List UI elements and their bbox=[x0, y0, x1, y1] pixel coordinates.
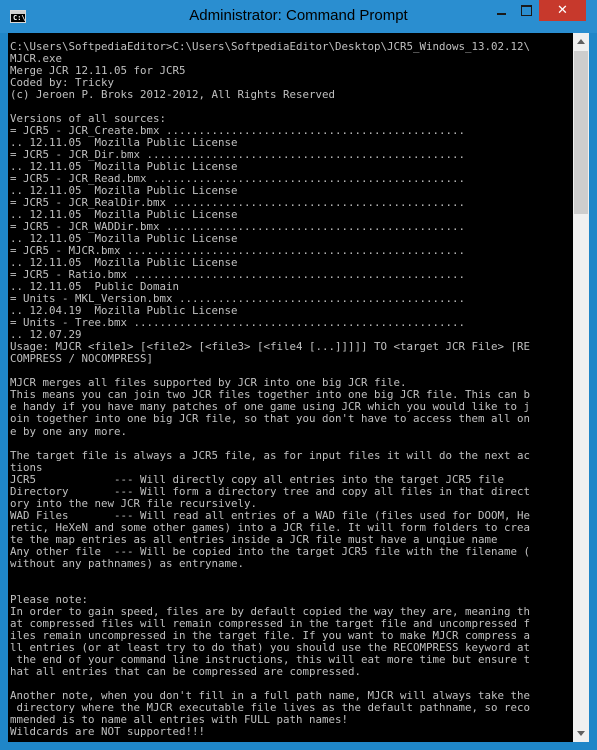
scroll-down-arrow-icon[interactable] bbox=[573, 725, 589, 742]
console-output-area[interactable]: C:\Users\SoftpediaEditor>C:\Users\Softpe… bbox=[8, 33, 573, 742]
close-icon: ✕ bbox=[557, 3, 568, 18]
window-border-bottom bbox=[0, 742, 597, 750]
command-prompt-window: C:\ Administrator: Command Prompt ✕ C:\U… bbox=[0, 0, 597, 750]
scrollbar-thumb[interactable] bbox=[574, 51, 588, 214]
scroll-up-arrow-icon[interactable] bbox=[573, 33, 589, 50]
console-text: C:\Users\SoftpediaEditor>C:\Users\Softpe… bbox=[10, 40, 531, 738]
maximize-button[interactable] bbox=[514, 0, 539, 21]
close-button[interactable]: ✕ bbox=[539, 0, 586, 21]
minimize-button[interactable] bbox=[489, 0, 514, 21]
window-border-right bbox=[589, 33, 597, 750]
vertical-scrollbar[interactable] bbox=[573, 33, 589, 742]
title-bar[interactable]: C:\ Administrator: Command Prompt ✕ bbox=[0, 0, 597, 33]
